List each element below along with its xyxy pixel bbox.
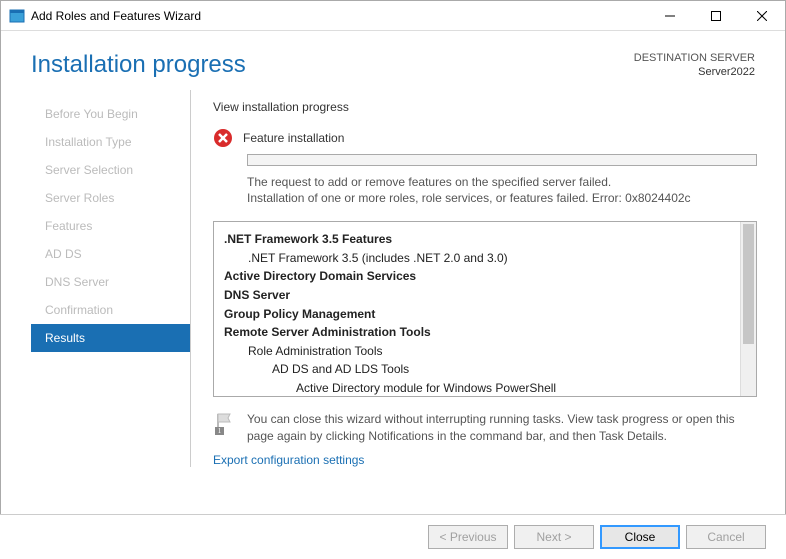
feature-item: .NET Framework 3.5 (includes .NET 2.0 an…: [224, 249, 730, 268]
scrollbar[interactable]: [740, 222, 756, 396]
feature-item: Role Administration Tools: [224, 342, 730, 361]
features-results-box: .NET Framework 3.5 Features.NET Framewor…: [213, 221, 757, 397]
info-row: 1 You can close this wizard without inte…: [213, 411, 757, 445]
close-icon: [757, 11, 767, 21]
feature-item: .NET Framework 3.5 Features: [224, 230, 730, 249]
error-message-line2: Installation of one or more roles, role …: [247, 190, 757, 207]
error-icon: [213, 128, 233, 148]
scroll-thumb[interactable]: [743, 224, 754, 344]
error-message-line1: The request to add or remove features on…: [247, 174, 757, 191]
wizard-step: DNS Server: [31, 268, 190, 296]
main-panel: View installation progress Feature insta…: [191, 90, 785, 467]
wizard-step: Results: [31, 324, 190, 352]
cancel-button[interactable]: Cancel: [686, 525, 766, 549]
destination-server-name: Server2022: [634, 65, 755, 79]
feature-item: AD DS and AD LDS Tools: [224, 360, 730, 379]
feature-item: DNS Server: [224, 286, 730, 305]
wizard-steps-sidebar: Before You BeginInstallation TypeServer …: [31, 90, 191, 467]
feature-item: Group Policy Management: [224, 305, 730, 324]
status-text: Feature installation: [243, 131, 344, 145]
page-header: Installation progress DESTINATION SERVER…: [1, 31, 785, 90]
features-list: .NET Framework 3.5 Features.NET Framewor…: [214, 222, 740, 396]
svg-text:1: 1: [218, 427, 222, 435]
maximize-button[interactable]: [693, 1, 739, 31]
app-icon: [9, 8, 25, 24]
wizard-step: Server Selection: [31, 156, 190, 184]
feature-item: Remote Server Administration Tools: [224, 323, 730, 342]
window-controls: [647, 1, 785, 31]
next-button[interactable]: Next >: [514, 525, 594, 549]
error-message: The request to add or remove features on…: [247, 174, 757, 208]
titlebar: Add Roles and Features Wizard: [1, 1, 785, 31]
feature-item: Active Directory Domain Services: [224, 267, 730, 286]
destination-server-label: DESTINATION SERVER: [634, 51, 755, 65]
wizard-step: Confirmation: [31, 296, 190, 324]
page-title: Installation progress: [31, 51, 634, 79]
maximize-icon: [711, 11, 721, 21]
close-window-button[interactable]: [739, 1, 785, 31]
progress-bar: [247, 154, 757, 166]
wizard-step: Before You Begin: [31, 100, 190, 128]
minimize-button[interactable]: [647, 1, 693, 31]
window-title: Add Roles and Features Wizard: [31, 9, 647, 23]
sub-heading: View installation progress: [213, 100, 757, 114]
info-text: You can close this wizard without interr…: [247, 411, 757, 445]
feature-item: Active Directory module for Windows Powe…: [224, 379, 730, 396]
export-config-link[interactable]: Export configuration settings: [213, 453, 364, 467]
wizard-step: Features: [31, 212, 190, 240]
wizard-step: AD DS: [31, 240, 190, 268]
wizard-step: Server Roles: [31, 184, 190, 212]
wizard-step: Installation Type: [31, 128, 190, 156]
close-button[interactable]: Close: [600, 525, 680, 549]
footer-buttons: < Previous Next > Close Cancel: [0, 514, 786, 559]
destination-server-block: DESTINATION SERVER Server2022: [634, 51, 755, 80]
previous-button[interactable]: < Previous: [428, 525, 508, 549]
minimize-icon: [665, 11, 675, 21]
status-row: Feature installation: [213, 128, 757, 148]
content-area: Before You BeginInstallation TypeServer …: [1, 90, 785, 467]
flag-icon: 1: [213, 411, 237, 435]
